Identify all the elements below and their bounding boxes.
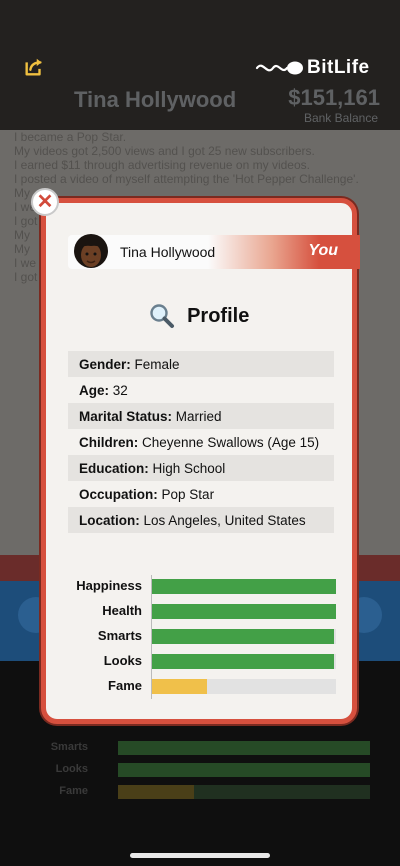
home-indicator xyxy=(130,853,270,858)
background-log-line: I posted a video of myself attempting th… xyxy=(14,172,359,186)
sperm-logo-icon xyxy=(255,61,303,75)
info-row-occupation: Occupation: Pop Star xyxy=(79,487,215,502)
stat-label: Smarts xyxy=(97,628,142,643)
stat-bar-fill xyxy=(152,679,208,694)
background-stat-label: Smarts xyxy=(50,741,88,753)
stat-label: Happiness xyxy=(76,578,142,593)
stat-bar-fill xyxy=(152,654,335,669)
stat-bar-track xyxy=(152,604,336,619)
background-log-line: My videos got 2,500 views and I got 25 n… xyxy=(14,144,315,158)
background-header: Tina Hollywood $151,161 Bank Balance xyxy=(10,85,390,125)
info-row-gender: Gender: Female xyxy=(68,351,334,377)
background-stat-row: Looks xyxy=(40,763,370,777)
profile-info-list: Gender: Female Age: 32 Marital Status: M… xyxy=(68,351,334,533)
profile-modal: Tina Hollywood You Profile Gender: Femal… xyxy=(41,198,360,724)
avatar xyxy=(74,234,108,268)
stat-bar-fill xyxy=(152,604,336,619)
magnifying-glass-icon xyxy=(149,304,174,328)
info-row-education: Education: High School xyxy=(68,455,334,481)
background-log-line: I became a Pop Star. xyxy=(14,130,127,144)
share-icon[interactable] xyxy=(23,56,45,78)
logo-text: BitLife xyxy=(307,57,370,78)
stat-label: Fame xyxy=(108,678,142,693)
background-stat-row: Fame xyxy=(40,785,370,799)
background-log-line: I earned $11 through advertising revenue… xyxy=(14,158,310,172)
stat-bar-fill xyxy=(152,579,336,594)
info-row-marital-status: Marital Status: Married xyxy=(68,403,334,429)
stat-row-happiness: Happiness xyxy=(62,575,336,600)
stat-bar-track xyxy=(152,579,336,594)
stat-bar-track xyxy=(152,654,336,669)
background-bank-balance: $151,161 xyxy=(288,85,380,110)
info-row-children: Children: Cheyenne Swallows (Age 15) xyxy=(79,435,320,450)
stat-row-looks: Looks xyxy=(62,650,336,675)
info-row-age: Age: 32 xyxy=(79,383,128,398)
background-stat-row: Smarts xyxy=(40,741,370,755)
bitlife-logo: BitLife xyxy=(255,54,370,82)
stat-row-fame: Fame xyxy=(62,675,336,700)
stat-row-smarts: Smarts xyxy=(62,625,336,650)
close-icon[interactable]: ✕ xyxy=(37,192,54,212)
stat-row-health: Health xyxy=(62,600,336,625)
info-row-location: Location: Los Angeles, United States xyxy=(68,507,334,533)
stat-label: Looks xyxy=(103,653,142,668)
stat-label: Health xyxy=(102,603,142,618)
background-bank-label: Bank Balance xyxy=(303,111,378,125)
close-button[interactable]: ✕ xyxy=(31,188,59,216)
stats-bars: Happiness Health Smarts Looks Fame xyxy=(62,575,336,700)
you-label: You xyxy=(308,242,338,259)
stat-bar-track xyxy=(152,679,336,694)
person-name: Tina Hollywood xyxy=(120,244,216,260)
background-character-name: Tina Hollywood xyxy=(74,87,237,112)
background-stat-label: Looks xyxy=(55,763,88,775)
profile-title-row: Profile xyxy=(46,303,352,329)
profile-title: Profile xyxy=(187,304,250,327)
background-stat-label: Fame xyxy=(59,785,88,797)
stat-bar-fill xyxy=(152,629,335,644)
stat-bar-track xyxy=(152,629,336,644)
